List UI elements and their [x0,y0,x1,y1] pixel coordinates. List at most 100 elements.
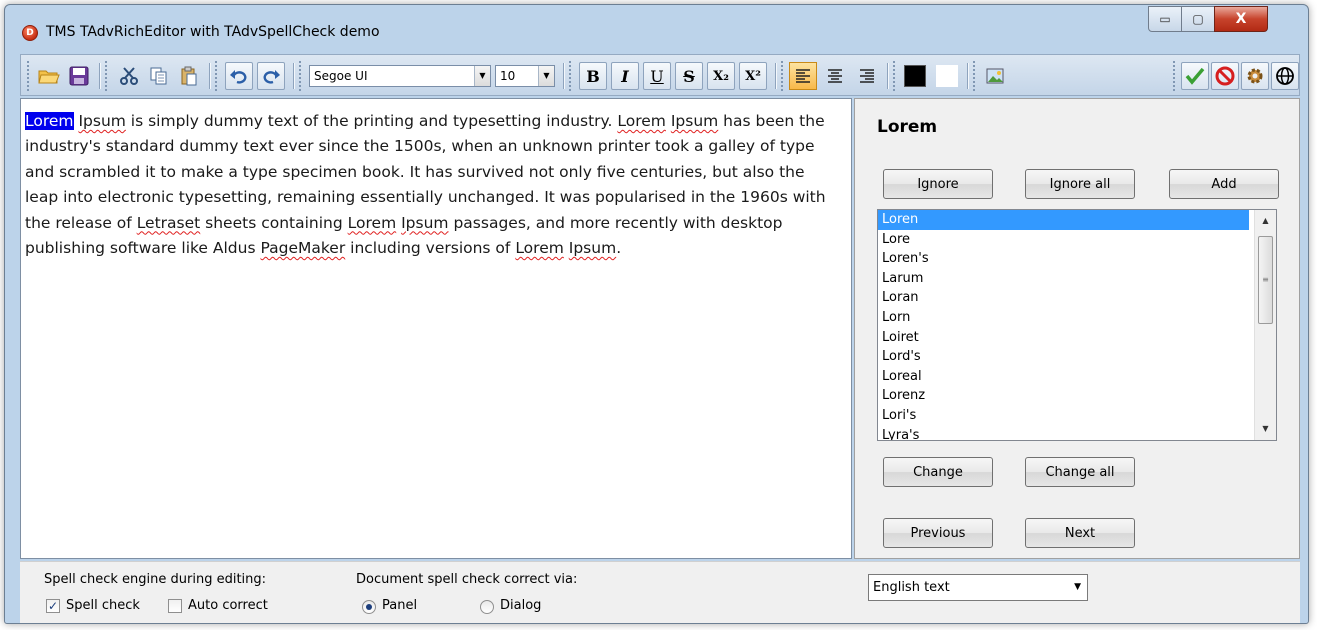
open-button[interactable] [35,62,63,90]
spell-check-button[interactable] [1181,62,1209,90]
underline-button[interactable]: U [643,62,671,90]
align-left-button[interactable] [789,62,817,90]
toolbar-grip[interactable] [973,61,976,91]
chevron-down-icon[interactable]: ▼ [538,66,554,86]
toolbar-grip[interactable] [893,61,896,91]
app-icon[interactable]: D [22,25,38,41]
text-color-button[interactable] [901,62,929,90]
subscript-button[interactable]: X₂ [707,62,735,90]
change-all-button[interactable]: Change all [1025,457,1135,487]
scroll-up-icon[interactable]: ▲ [1255,212,1276,230]
align-right-button[interactable] [853,62,881,90]
scroll-down-icon[interactable]: ▼ [1255,420,1276,438]
suggestion-item[interactable]: Loren [878,210,1249,230]
selected-word[interactable]: Lorem [25,112,74,130]
ignore-button[interactable]: Ignore [883,169,993,199]
minimize-button[interactable]: ▭ [1148,6,1182,32]
text-color-swatch [904,65,926,87]
dialog-radio[interactable] [480,600,494,614]
dialog-radio-label[interactable]: Dialog [500,598,541,613]
suggestion-item[interactable]: Lore [878,230,1249,250]
superscript-button[interactable]: X² [739,62,767,90]
language-button[interactable] [1271,62,1299,90]
previous-button[interactable]: Previous [883,518,993,548]
toolbar-grip[interactable] [299,61,302,91]
toolbar: Segoe UI ▼ 10 ▼ B I U S X₂ X² [20,54,1300,96]
scroll-thumb[interactable]: ≡ [1258,236,1273,324]
maximize-button[interactable]: ▢ [1181,6,1215,32]
toolbar-grip[interactable] [105,61,108,91]
misspelled-word[interactable]: Ipsum [401,214,448,232]
toolbar-grip[interactable] [781,61,784,91]
misspelled-word[interactable]: Lorem [348,214,397,232]
panel-radio-label[interactable]: Panel [382,598,417,613]
editor-text[interactable]: Ipsum is simply dummy text of the printi… [25,112,826,257]
spell-check-checkbox[interactable]: ✓ [46,599,60,613]
misspelled-word[interactable]: Lorem [515,239,564,257]
suggestion-list[interactable]: Loren Lore Loren's Larum Loran Lorn Loiret Lord… [877,209,1277,441]
background-color-button[interactable] [933,62,961,90]
panel-radio[interactable] [362,600,376,614]
misspelled-word[interactable]: Ipsum [569,239,616,257]
suggestion-scrollbar[interactable]: ▲ ≡ ▼ [1254,210,1276,440]
suggestion-item[interactable]: Lorn [878,308,1249,328]
spell-settings-button[interactable] [1241,62,1269,90]
redo-button[interactable] [257,62,285,90]
editor-text-run: is simply dummy text of the printing and… [125,112,618,130]
app-window: D TMS TAdvRichEditor with TAdvSpellCheck… [4,4,1309,624]
align-left-icon [796,69,810,83]
suggestion-item[interactable]: Loiret [878,328,1249,348]
cut-button[interactable] [115,62,143,90]
suggestion-item[interactable]: Lorenz [878,386,1249,406]
suggestion-item[interactable]: Larum [878,269,1249,289]
suggestion-item[interactable]: Loreal [878,367,1249,387]
auto-correct-label[interactable]: Auto correct [188,598,268,613]
suggestion-item[interactable]: Loran [878,288,1249,308]
insert-image-button[interactable] [981,62,1009,90]
next-button[interactable]: Next [1025,518,1135,548]
misspelled-word[interactable]: Letraset [137,214,201,232]
copy-button[interactable] [145,62,173,90]
auto-correct-checkbox[interactable] [168,599,182,613]
toolbar-grip[interactable] [27,61,30,91]
undo-button[interactable] [225,62,253,90]
spell-check-label[interactable]: Spell check [66,598,140,613]
close-icon: X [1235,11,1247,27]
save-button[interactable] [65,62,93,90]
misspelled-word[interactable]: Ipsum [671,112,718,130]
toolbar-grip[interactable] [1173,61,1176,91]
close-button[interactable]: X [1214,6,1268,32]
font-name-combo[interactable]: Segoe UI ▼ [309,65,491,87]
rich-editor[interactable]: Lorem Ipsum is simply dummy text of the … [20,98,852,559]
suggestion-item[interactable]: Loren's [878,249,1249,269]
chevron-down-icon[interactable]: ▼ [474,66,490,86]
suggestion-item[interactable]: Lori's [878,406,1249,426]
font-size-combo[interactable]: 10 ▼ [495,65,555,87]
misspelled-word[interactable]: Lorem [617,112,666,130]
suggestion-item[interactable]: Lord's [878,347,1249,367]
editor-text-run: . [616,239,622,258]
suggestion-item[interactable]: Lyra's [878,426,1249,440]
toolbar-grip[interactable] [569,61,572,91]
chevron-down-icon[interactable]: ▼ [1074,575,1081,600]
ignore-all-button[interactable]: Ignore all [1025,169,1135,199]
image-icon [986,68,1004,84]
language-select[interactable]: English text ▼ [868,574,1088,601]
misspelled-word[interactable]: PageMaker [260,239,345,257]
add-button[interactable]: Add [1169,169,1279,199]
clear-spell-check-button[interactable] [1211,62,1239,90]
bold-button[interactable]: B [579,62,607,90]
paste-button[interactable] [175,62,203,90]
align-center-icon [828,69,842,83]
italic-button[interactable]: I [611,62,639,90]
toolbar-separator [293,63,294,89]
correct-via-label: Document spell check correct via: [356,572,578,587]
change-button[interactable]: Change [883,457,993,487]
strikethrough-button[interactable]: S [675,62,703,90]
align-center-button[interactable] [821,62,849,90]
toolbar-grip[interactable] [215,61,218,91]
language-value: English text [873,580,950,595]
toolbar-separator [99,63,100,89]
misspelled-word[interactable]: Ipsum [78,112,125,130]
title-bar[interactable]: D TMS TAdvRichEditor with TAdvSpellCheck… [5,5,1308,53]
